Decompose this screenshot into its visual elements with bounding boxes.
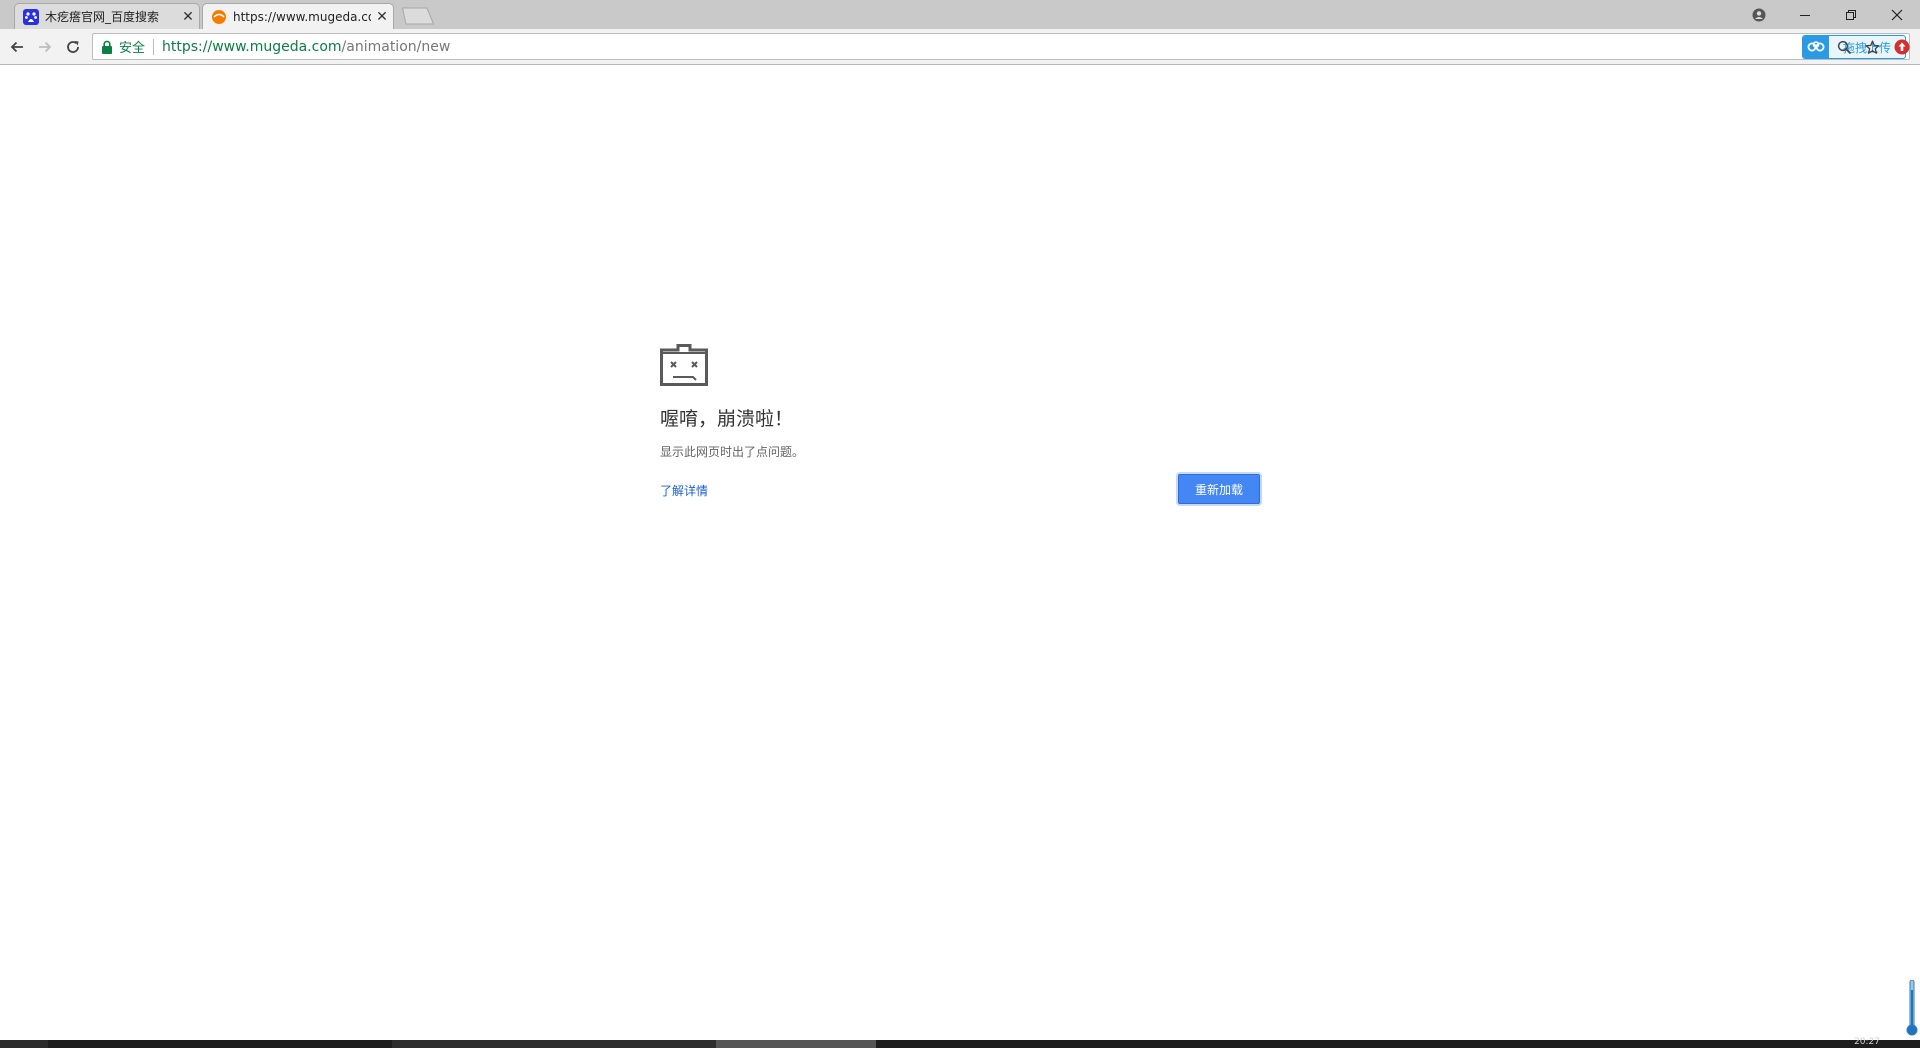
- back-button[interactable]: [6, 36, 28, 58]
- browser-toolbar: 安全 https://www.mugeda.com/animation/new …: [0, 29, 1920, 65]
- extension-upload-icon: [1894, 39, 1910, 55]
- learn-more-link[interactable]: 了解详情: [660, 482, 708, 499]
- back-arrow-icon: [10, 41, 23, 53]
- extension-button[interactable]: [1891, 36, 1913, 58]
- close-tab-icon[interactable]: ✕: [371, 9, 393, 25]
- taskbar-app-segment[interactable]: [392, 1040, 716, 1048]
- minimize-icon: [1800, 14, 1810, 16]
- restore-icon: [1846, 9, 1856, 20]
- zoom-magnifier-icon: [1837, 40, 1851, 54]
- address-bar[interactable]: 安全 https://www.mugeda.com/animation/new …: [92, 33, 1910, 60]
- tab-mugeda[interactable]: https://www.mugeda.com/animation/new ✕: [202, 3, 394, 29]
- crash-page: 喔唷，崩溃啦！ 显示此网页时出了点问题。 了解详情 重新加载: [660, 344, 1260, 504]
- minimize-button[interactable]: [1782, 0, 1828, 29]
- restore-button[interactable]: [1828, 0, 1874, 29]
- star-icon: [1864, 39, 1880, 54]
- bookmark-button[interactable]: [1863, 38, 1881, 56]
- profile-button[interactable]: [1736, 0, 1782, 29]
- baidu-netdisk-icon: [1803, 36, 1829, 58]
- lock-icon: [102, 40, 112, 54]
- url-host: https://www.mugeda.com: [162, 38, 342, 55]
- forward-arrow-icon: [39, 41, 52, 53]
- new-tab-button[interactable]: [402, 7, 434, 25]
- sad-tab-icon: [660, 344, 708, 386]
- reload-button[interactable]: 重新加载: [1178, 474, 1260, 504]
- tab-title: https://www.mugeda.com/animation/new: [233, 9, 371, 24]
- close-tab-icon[interactable]: ✕: [177, 9, 199, 25]
- crash-message: 显示此网页时出了点问题。: [660, 445, 805, 459]
- temperature-gauge-icon: [1906, 980, 1918, 1036]
- cloud-icon: [1807, 41, 1825, 52]
- baidu-paw-icon: [23, 8, 39, 25]
- close-icon: [1891, 9, 1903, 20]
- taskbar-start-segment[interactable]: [0, 1040, 48, 1048]
- url-path: /animation/new: [341, 38, 451, 55]
- tab-strip: 木疙瘩官网_百度搜索 ✕ https://www.mugeda.com/anim…: [0, 0, 1920, 29]
- crash-heading: 喔唷，崩溃啦！: [660, 408, 794, 430]
- taskbar-clock: 20:27: [1854, 1037, 1880, 1047]
- crash-actions: 了解详情 重新加载: [660, 474, 1260, 504]
- url-text[interactable]: https://www.mugeda.com/animation/new: [162, 39, 450, 55]
- window-controls: [1736, 0, 1920, 29]
- taskbar-active-app[interactable]: [716, 1040, 876, 1048]
- close-window-button[interactable]: [1874, 0, 1920, 29]
- account-icon: [1752, 8, 1766, 21]
- zoom-button[interactable]: [1835, 38, 1853, 56]
- mugeda-logo-icon: [212, 9, 226, 24]
- taskbar: 20:27: [0, 1037, 1920, 1048]
- tab-title: 木疙瘩官网_百度搜索: [45, 10, 160, 24]
- forward-button[interactable]: [34, 36, 56, 58]
- reload-page-button[interactable]: [62, 36, 84, 58]
- refresh-icon: [67, 41, 79, 53]
- secure-label[interactable]: 安全: [119, 37, 145, 56]
- tab-baidu-search[interactable]: 木疙瘩官网_百度搜索 ✕: [14, 3, 200, 29]
- omnibox-divider: [153, 38, 155, 55]
- browser-window: 木疙瘩官网_百度搜索 ✕ https://www.mugeda.com/anim…: [0, 0, 1920, 1048]
